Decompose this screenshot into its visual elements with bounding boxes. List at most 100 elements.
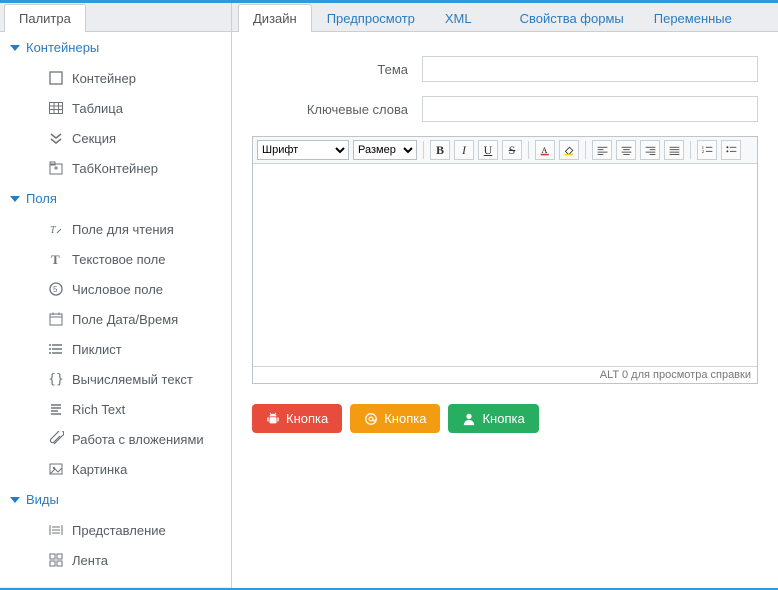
palette-item-label: Секция — [72, 131, 116, 146]
palette-item-section[interactable]: Секция — [0, 123, 231, 153]
text-t-icon: T — [48, 251, 64, 267]
rte-strike-button[interactable]: S — [502, 140, 522, 160]
tab-form-props[interactable]: Свойства формы — [505, 4, 639, 32]
main-panel: Дизайн Предпросмотр XML Свойства формы П… — [232, 3, 778, 588]
separator-icon — [690, 141, 691, 159]
separator-icon — [585, 141, 586, 159]
palette-item-datetime[interactable]: Поле Дата/Время — [0, 304, 231, 334]
attachment-icon — [48, 431, 64, 447]
input-keywords[interactable] — [422, 96, 758, 122]
palette-group-label: Контейнеры — [26, 40, 99, 55]
button-label: Кнопка — [286, 411, 328, 426]
palette-item-textfield[interactable]: T Текстовое поле — [0, 244, 231, 274]
rte-toolbar: Шрифт Размер B I U S A — [253, 137, 757, 164]
palette-item-label: Контейнер — [72, 71, 136, 86]
tab-variables[interactable]: Переменные — [639, 4, 747, 32]
palette-item-label: Пиклист — [72, 342, 122, 357]
palette-item-numberfield[interactable]: 5 Числовое поле — [0, 274, 231, 304]
row-subject: Тема — [252, 56, 758, 82]
palette-sidebar: Палитра Контейнеры Контейнер Таблица Сек… — [0, 3, 232, 588]
svg-text:T: T — [50, 225, 57, 236]
rte-ordered-list-button[interactable]: 12 — [697, 140, 717, 160]
braces-icon: {} — [48, 371, 64, 387]
action-button-red[interactable]: Кнопка — [252, 404, 342, 433]
palette-group-label: Виды — [26, 492, 59, 507]
palette-item-label: Таблица — [72, 101, 123, 116]
separator-icon — [423, 141, 424, 159]
palette-item-richtext[interactable]: Rich Text — [0, 394, 231, 424]
chevrons-down-icon — [48, 130, 64, 146]
tab-design[interactable]: Дизайн — [238, 4, 312, 32]
svg-text:T: T — [51, 252, 60, 267]
palette-item-picklist[interactable]: Пиклист — [0, 334, 231, 364]
tab-xml[interactable]: XML — [430, 4, 487, 32]
at-icon — [364, 412, 378, 426]
palette-item-label: Числовое поле — [72, 282, 163, 297]
palette-item-label: Вычисляемый текст — [72, 372, 193, 387]
rte-bgcolor-button[interactable] — [559, 140, 579, 160]
palette-group-fields[interactable]: Поля — [0, 183, 231, 214]
calendar-icon — [48, 311, 64, 327]
image-icon — [48, 461, 64, 477]
palette-group-label: Поля — [26, 191, 57, 206]
rte-align-justify-button[interactable] — [664, 140, 684, 160]
palette-item-feed[interactable]: Лента — [0, 545, 231, 575]
rte-align-left-button[interactable] — [592, 140, 612, 160]
rte-italic-button[interactable]: I — [454, 140, 474, 160]
rte-size-select[interactable]: Размер — [353, 140, 417, 160]
feed-icon — [48, 552, 64, 568]
palette-item-label: Работа с вложениями — [72, 432, 204, 447]
rte-textcolor-button[interactable]: A — [535, 140, 555, 160]
palette-item-label: ТабКонтейнер — [72, 161, 158, 176]
main-tab-strip: Дизайн Предпросмотр XML Свойства формы П… — [232, 3, 778, 32]
palette-item-label: Лента — [72, 553, 108, 568]
input-subject[interactable] — [422, 56, 758, 82]
svg-text:A: A — [541, 145, 547, 154]
rte-align-right-button[interactable] — [640, 140, 660, 160]
palette-item-label: Поле Дата/Время — [72, 312, 178, 327]
caret-down-icon — [10, 196, 20, 202]
separator-icon — [528, 141, 529, 159]
user-icon — [462, 412, 476, 426]
caret-down-icon — [10, 45, 20, 51]
svg-text:5: 5 — [53, 285, 58, 294]
rte-underline-button[interactable]: U — [478, 140, 498, 160]
rte-content-area[interactable] — [253, 164, 757, 366]
rich-text-editor: Шрифт Размер B I U S A — [252, 136, 758, 384]
rte-unordered-list-button[interactable] — [721, 140, 741, 160]
palette-item-attachments[interactable]: Работа с вложениями — [0, 424, 231, 454]
palette-item-label: Поле для чтения — [72, 222, 174, 237]
richtext-icon — [48, 401, 64, 417]
palette-item-readonly[interactable]: T Поле для чтения — [0, 214, 231, 244]
rte-bold-button[interactable]: B — [430, 140, 450, 160]
palette-item-label: Представление — [72, 523, 166, 538]
palette-item-computed[interactable]: {} Вычисляемый текст — [0, 364, 231, 394]
palette-item-container[interactable]: Контейнер — [0, 63, 231, 93]
palette-scroll[interactable]: Контейнеры Контейнер Таблица Секция ТабК… — [0, 32, 231, 587]
android-icon — [266, 412, 280, 426]
palette-group-views[interactable]: Виды — [0, 484, 231, 515]
number-icon: 5 — [48, 281, 64, 297]
list-icon — [48, 341, 64, 357]
button-row: Кнопка Кнопка Кнопка — [252, 404, 758, 433]
rte-font-select[interactable]: Шрифт — [257, 140, 349, 160]
sidebar-tab-strip: Палитра — [0, 3, 231, 32]
button-label: Кнопка — [384, 411, 426, 426]
action-button-green[interactable]: Кнопка — [448, 404, 538, 433]
palette-item-view[interactable]: Представление — [0, 515, 231, 545]
palette-group-containers[interactable]: Контейнеры — [0, 32, 231, 63]
palette-item-tabcontainer[interactable]: ТабКонтейнер — [0, 153, 231, 183]
button-label: Кнопка — [482, 411, 524, 426]
square-icon — [48, 70, 64, 86]
app-layout: Палитра Контейнеры Контейнер Таблица Сек… — [0, 3, 778, 588]
sidebar-tab-palette[interactable]: Палитра — [4, 4, 86, 32]
palette-item-table[interactable]: Таблица — [0, 93, 231, 123]
design-canvas: Тема Ключевые слова Шрифт Размер B — [232, 32, 778, 588]
tab-preview[interactable]: Предпросмотр — [312, 4, 430, 32]
palette-item-image[interactable]: Картинка — [0, 454, 231, 484]
palette-item-label: Rich Text — [72, 402, 125, 417]
action-button-orange[interactable]: Кнопка — [350, 404, 440, 433]
svg-text:2: 2 — [701, 148, 703, 153]
rte-status-bar: ALT 0 для просмотра справки — [253, 366, 757, 383]
rte-align-center-button[interactable] — [616, 140, 636, 160]
